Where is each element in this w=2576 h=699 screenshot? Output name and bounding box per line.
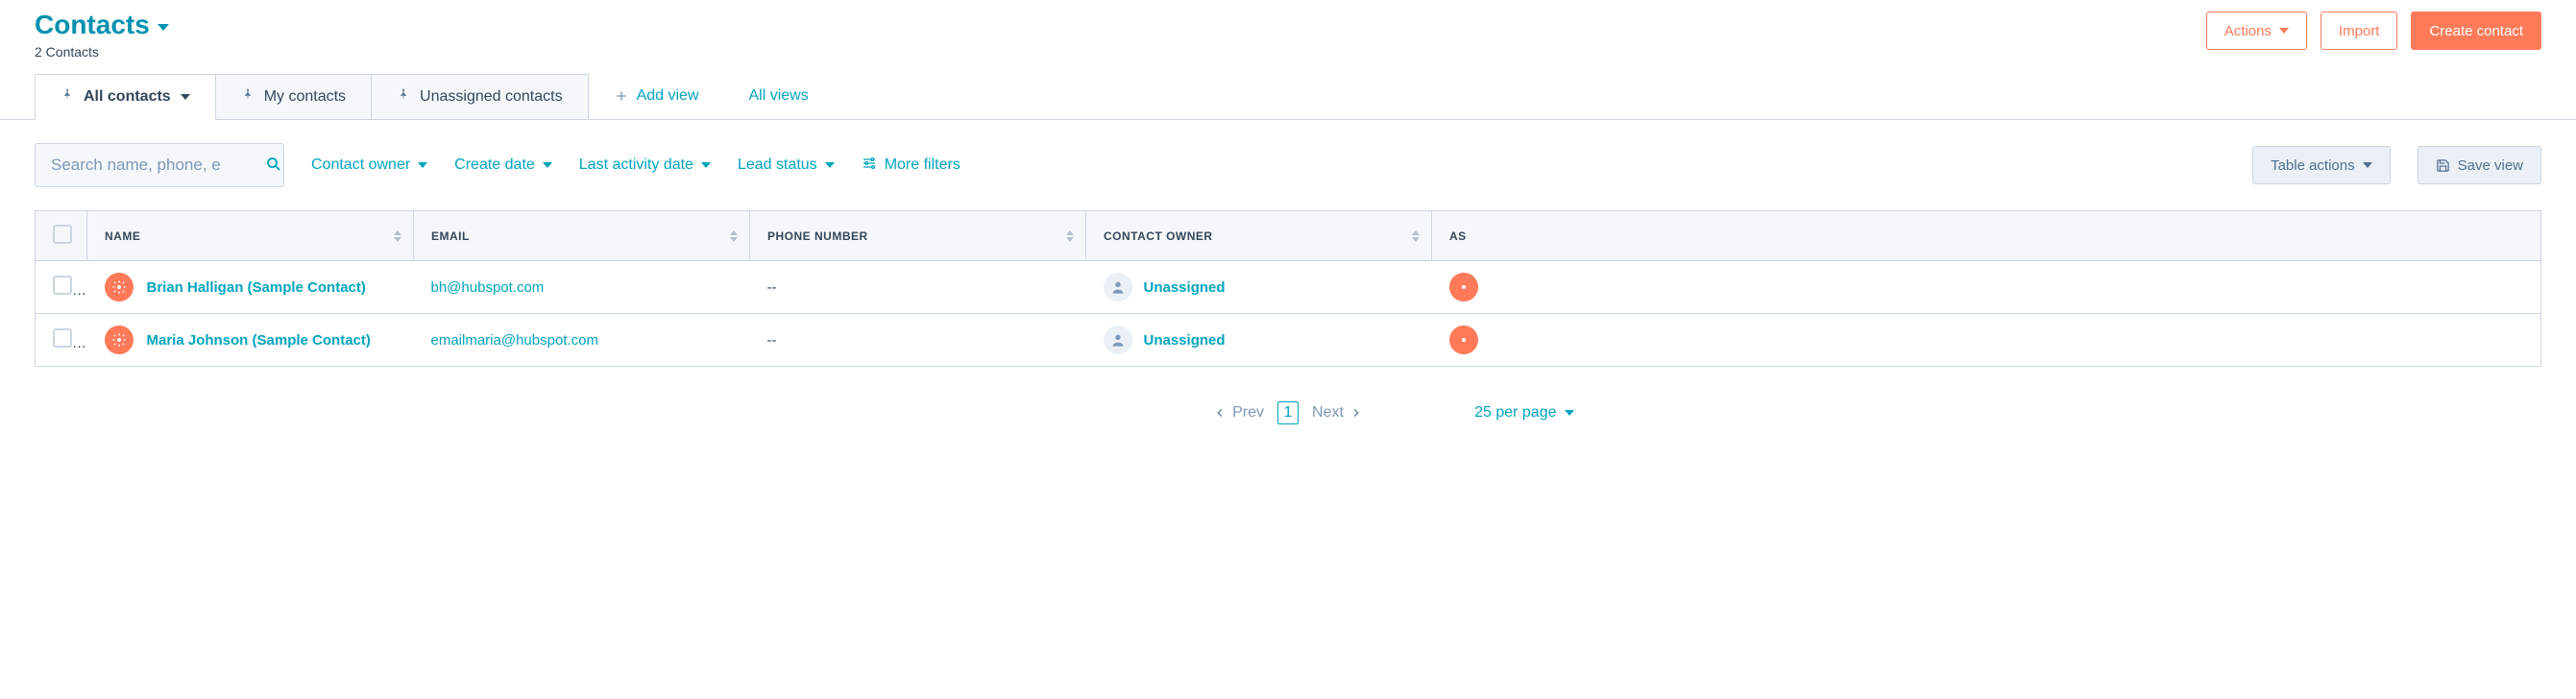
table-row: Brian Halligan (Sample Contact) bh@hubsp…	[36, 261, 2541, 314]
contact-avatar	[105, 273, 134, 301]
page-title-text: Contacts	[35, 10, 150, 40]
table-row: Maria Johnson (Sample Contact) emailmari…	[36, 314, 2541, 367]
caret-down-icon	[181, 94, 190, 100]
col-phone-label: PHONE NUMBER	[767, 229, 868, 243]
prev-page-button[interactable]: Prev	[1213, 404, 1264, 422]
page-size-dropdown[interactable]: 25 per page	[1474, 404, 1573, 422]
sort-icon	[394, 230, 401, 242]
associated-avatar[interactable]	[1449, 273, 1478, 301]
caret-down-icon	[1565, 410, 1574, 416]
col-name-label: NAME	[105, 229, 140, 243]
caret-down-icon	[418, 162, 427, 168]
tab-all-contacts[interactable]: All contacts	[35, 74, 216, 120]
contact-email-link[interactable]: bh@hubspot.com	[431, 279, 545, 296]
pin-icon	[241, 87, 255, 106]
tab-label: Unassigned contacts	[420, 88, 563, 106]
next-label: Next	[1312, 404, 1344, 422]
table-actions-dropdown[interactable]: Table actions	[2252, 146, 2391, 184]
pin-icon	[61, 87, 74, 106]
caret-down-icon	[701, 162, 711, 168]
tab-unassigned-contacts[interactable]: Unassigned contacts	[372, 74, 589, 120]
filter-last-activity[interactable]: Last activity date	[579, 157, 711, 174]
tab-label: All contacts	[84, 88, 171, 106]
owner-avatar	[1104, 273, 1132, 301]
create-label: Create contact	[2429, 23, 2523, 39]
filter-label: Contact owner	[311, 157, 410, 174]
filter-lead-status[interactable]: Lead status	[738, 157, 835, 174]
contacts-count: 2 Contacts	[35, 44, 2206, 60]
tab-my-contacts[interactable]: My contacts	[216, 74, 372, 120]
col-owner-label: CONTACT OWNER	[1104, 229, 1213, 243]
create-contact-button[interactable]: Create contact	[2411, 12, 2541, 50]
pin-icon	[397, 87, 410, 106]
sliders-icon	[862, 156, 877, 176]
actions-dropdown[interactable]: Actions	[2206, 12, 2307, 50]
select-all-checkbox[interactable]	[53, 225, 72, 244]
search-wrapper	[35, 143, 284, 187]
next-page-button[interactable]: Next	[1312, 404, 1363, 422]
owner-link[interactable]: Unassigned	[1144, 332, 1226, 349]
sort-icon	[1066, 230, 1074, 242]
search-input[interactable]	[49, 155, 265, 176]
sort-icon	[1412, 230, 1420, 242]
filter-label: Lead status	[738, 157, 817, 174]
row-checkbox[interactable]	[53, 276, 72, 295]
all-views-link[interactable]: All views	[724, 73, 834, 119]
save-view-button[interactable]: Save view	[2418, 146, 2541, 184]
more-filters-label: More filters	[885, 157, 960, 174]
col-name-header[interactable]: NAME	[87, 211, 414, 261]
col-email-header[interactable]: EMAIL	[414, 211, 750, 261]
contact-avatar	[105, 325, 134, 354]
import-button[interactable]: Import	[2321, 12, 2398, 50]
col-owner-header[interactable]: CONTACT OWNER	[1086, 211, 1432, 261]
table-actions-label: Table actions	[2271, 157, 2355, 174]
import-label: Import	[2339, 23, 2380, 39]
save-icon	[2436, 158, 2450, 173]
caret-down-icon	[2363, 162, 2372, 168]
caret-down-icon	[2279, 28, 2289, 34]
sort-icon	[730, 230, 738, 242]
contact-email-link[interactable]: emailmaria@hubspot.com	[431, 332, 598, 349]
col-email-label: EMAIL	[431, 229, 470, 243]
contact-name-link[interactable]: Brian Halligan (Sample Contact)	[147, 279, 366, 296]
caret-down-icon	[543, 162, 552, 168]
col-associated-header[interactable]: AS	[1432, 211, 2541, 261]
plus-icon	[614, 88, 629, 104]
owner-link[interactable]: Unassigned	[1144, 279, 1226, 296]
row-checkbox[interactable]	[53, 328, 72, 348]
filter-label: Create date	[454, 157, 535, 174]
caret-down-icon	[825, 162, 835, 168]
filter-create-date[interactable]: Create date	[454, 157, 552, 174]
owner-avatar	[1104, 325, 1132, 354]
col-phone-header[interactable]: PHONE NUMBER	[750, 211, 1086, 261]
tab-label: My contacts	[264, 88, 346, 106]
contact-phone: --	[767, 279, 777, 296]
current-page[interactable]: 1	[1277, 401, 1299, 424]
col-assoc-label: AS	[1449, 229, 1467, 243]
contact-phone: --	[767, 332, 777, 349]
caret-down-icon	[158, 24, 169, 31]
filter-label: Last activity date	[579, 157, 693, 174]
page-size-label: 25 per page	[1474, 404, 1556, 422]
associated-avatar[interactable]	[1449, 325, 1478, 354]
all-views-label: All views	[749, 87, 809, 105]
page-title-dropdown[interactable]: Contacts	[35, 10, 169, 40]
search-icon[interactable]	[265, 156, 282, 176]
add-view-label: Add view	[637, 87, 699, 105]
contact-name-link[interactable]: Maria Johnson (Sample Contact)	[147, 332, 371, 349]
chevron-right-icon	[1349, 406, 1363, 420]
filter-contact-owner[interactable]: Contact owner	[311, 157, 427, 174]
actions-label: Actions	[2224, 23, 2272, 39]
chevron-left-icon	[1213, 406, 1227, 420]
col-checkbox	[36, 211, 87, 261]
more-filters-button[interactable]: More filters	[862, 156, 960, 176]
prev-label: Prev	[1232, 404, 1264, 422]
save-view-label: Save view	[2458, 157, 2523, 174]
add-view-button[interactable]: Add view	[589, 73, 724, 119]
